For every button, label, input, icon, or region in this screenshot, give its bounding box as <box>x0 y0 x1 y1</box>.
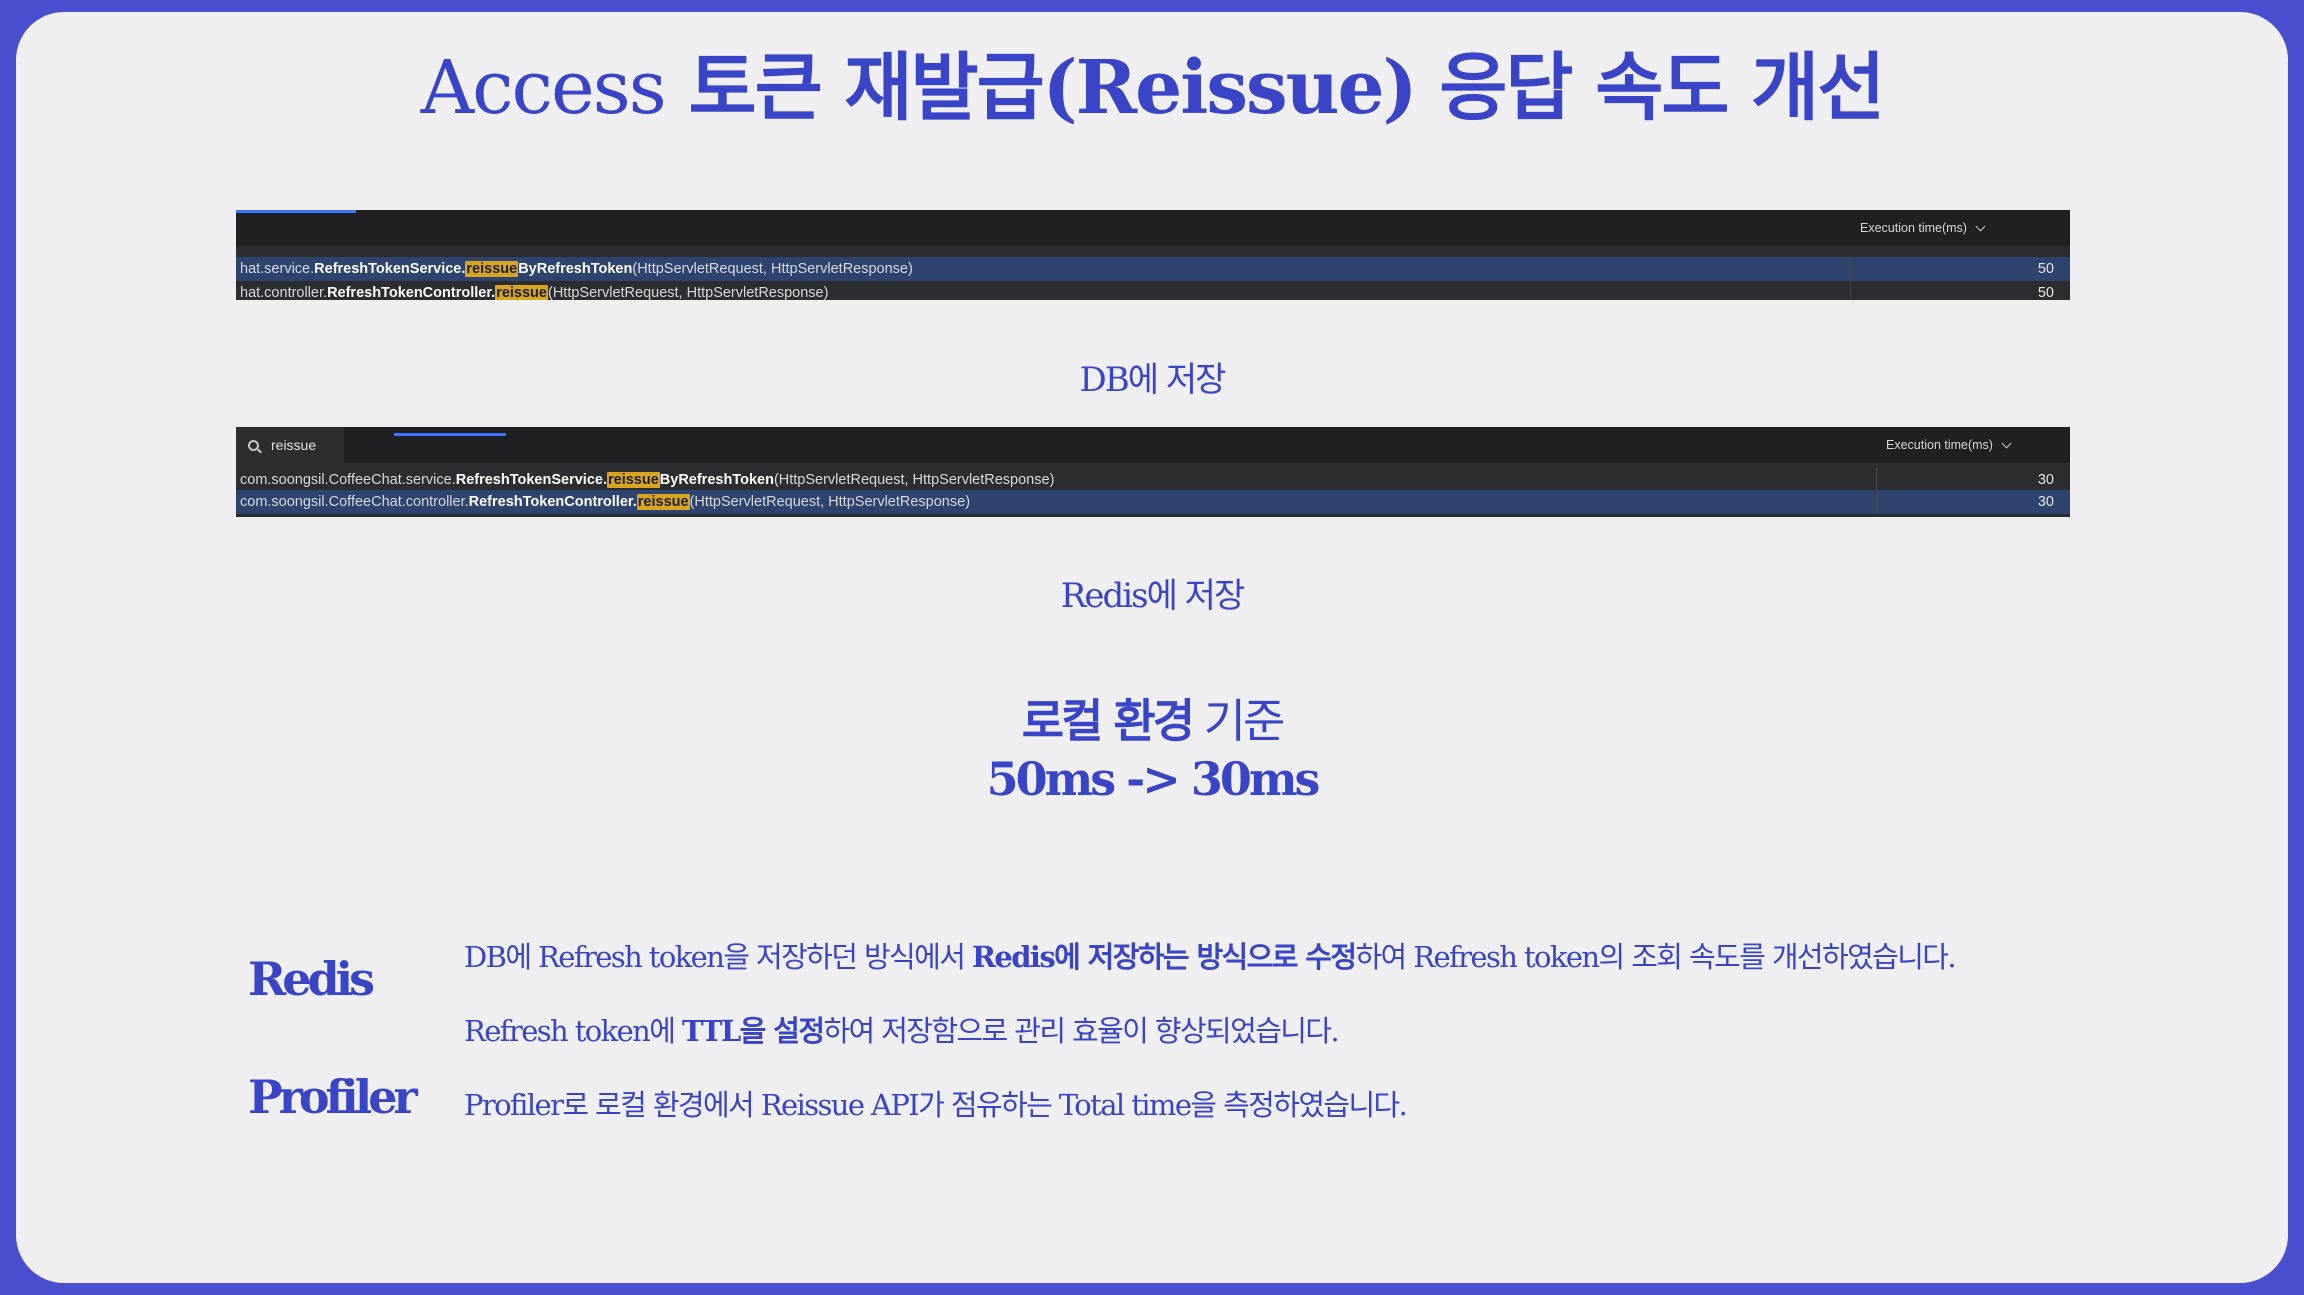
column-divider <box>1876 490 1877 514</box>
execution-time: 30 <box>2037 494 2054 510</box>
execution-time: 50 <box>2037 285 2054 300</box>
caption-db: DB에 저장 <box>1079 360 1227 400</box>
method-name: hat.service.RefreshTokenService.reissueB… <box>240 261 913 277</box>
search-highlight: reissue <box>636 494 690 510</box>
table-row[interactable]: hat.controller.RefreshTokenController.re… <box>236 281 2070 300</box>
redis-description-1: DB에 Refresh token을 저장하던 방식에서 Redis에 저장하는… <box>464 940 1957 974</box>
execution-time-column-header[interactable]: Execution time(ms) <box>1886 427 2012 463</box>
chevron-down-icon <box>2001 438 2012 448</box>
execution-time: 30 <box>2037 472 2054 488</box>
summary-result: 50ms -> 30ms <box>986 752 1321 806</box>
tab-bar: Execution time(ms) <box>236 210 2070 246</box>
search-icon <box>248 439 259 451</box>
tab-bar: reissue Execution time(ms) <box>236 427 2070 463</box>
table-row[interactable]: com.soongsil.CoffeeChat.service.RefreshT… <box>236 468 2070 492</box>
caption-redis: Redis에 저장 <box>1060 576 1245 616</box>
table-row[interactable]: hat.service.RefreshTokenService.reissueB… <box>236 257 2070 281</box>
method-name: hat.controller.RefreshTokenController.re… <box>240 285 829 300</box>
chevron-down-icon <box>1975 221 1986 231</box>
execution-time-column-header[interactable]: Execution time(ms) <box>1860 210 1986 246</box>
column-divider <box>1876 468 1877 492</box>
page-title: Access 토큰 재발급(Reissue) 응답 속도 개선 <box>16 40 2288 136</box>
method-name: com.soongsil.CoffeeChat.controller.Refre… <box>240 494 971 510</box>
search-highlight: reissue <box>606 472 660 488</box>
title-ko: 토큰 재발급(Reissue) 응답 속도 개선 <box>688 45 1885 131</box>
summary: 로컬 환경 기준 50ms -> 30ms <box>16 692 2288 808</box>
table-row[interactable]: com.soongsil.CoffeeChat.controller.Refre… <box>236 490 2070 514</box>
slide: Access 토큰 재발급(Reissue) 응답 속도 개선 Executio… <box>16 12 2288 1283</box>
label-redis: Redis <box>248 952 375 1006</box>
profiler-panel-redis: reissue Execution time(ms) com.soongsil.… <box>236 427 2070 517</box>
summary-basis: 로컬 환경 기준 <box>1021 694 1286 748</box>
search-field[interactable]: reissue <box>236 427 344 463</box>
redis-description-2: Refresh token에 TTL을 설정하여 저장함으로 관리 효율이 향상… <box>464 1014 1340 1048</box>
profiler-panel-db: Execution time(ms) hat.service.RefreshTo… <box>236 210 2070 300</box>
label-profiler: Profiler <box>248 1070 418 1124</box>
execution-time: 50 <box>2037 261 2054 277</box>
profiler-description: Profiler로 로컬 환경에서 Reissue API가 점유하는 Tota… <box>464 1088 1408 1122</box>
title-en: Access <box>420 45 667 131</box>
column-divider <box>1850 257 1851 281</box>
active-tab-indicator <box>236 210 356 213</box>
active-tab-indicator <box>394 433 506 436</box>
search-input[interactable]: reissue <box>271 437 316 453</box>
method-name: com.soongsil.CoffeeChat.service.RefreshT… <box>240 472 1055 488</box>
search-highlight: reissue <box>495 285 548 300</box>
search-highlight: reissue <box>465 261 519 277</box>
column-divider <box>1850 281 1851 300</box>
